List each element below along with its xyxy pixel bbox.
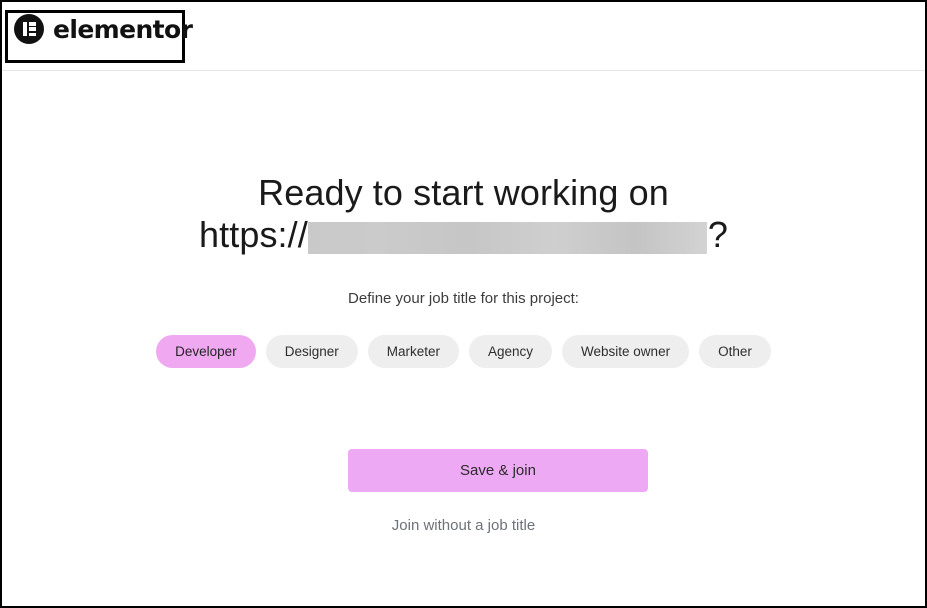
save-and-join-button[interactable]: Save & join	[348, 449, 648, 492]
page-title: Ready to start working on https://[redac…	[2, 172, 925, 256]
screenshot-frame: elementor Ready to start working on http…	[0, 0, 927, 608]
elementor-logo[interactable]: elementor	[14, 14, 193, 44]
page-title-line-2: https://[redacted]?	[2, 214, 925, 256]
logo-icon-bar-vertical	[22, 22, 27, 36]
job-title-option-marketer[interactable]: Marketer	[367, 335, 459, 368]
job-title-option-developer[interactable]: Developer	[156, 335, 256, 368]
logo-icon-bar-top	[29, 22, 36, 26]
job-title-option-website-owner[interactable]: Website owner	[562, 335, 690, 368]
logo-icon-bar-bottom	[29, 32, 36, 36]
main-content: Ready to start working on https://[redac…	[2, 72, 925, 606]
job-title-option-designer[interactable]: Designer	[265, 335, 358, 368]
job-title-prompt: Define your job title for this project:	[348, 290, 579, 307]
job-title-option-agency[interactable]: Agency	[469, 335, 553, 368]
app-header: elementor	[2, 2, 925, 71]
logo-icon-bar-middle	[29, 27, 36, 31]
job-title-options: Developer Designer Marketer Agency Websi…	[2, 335, 925, 368]
elementor-logo-icon	[14, 14, 44, 44]
job-title-option-other[interactable]: Other	[699, 335, 771, 368]
site-url-prefix: https://	[199, 214, 308, 256]
page-title-question-mark: ?	[707, 214, 728, 256]
redacted-site-url: [redacted]	[307, 222, 707, 255]
page-title-line-1: Ready to start working on	[258, 172, 669, 214]
join-without-job-title-link[interactable]: Join without a job title	[2, 517, 925, 534]
brand-wordmark: elementor	[53, 14, 193, 44]
